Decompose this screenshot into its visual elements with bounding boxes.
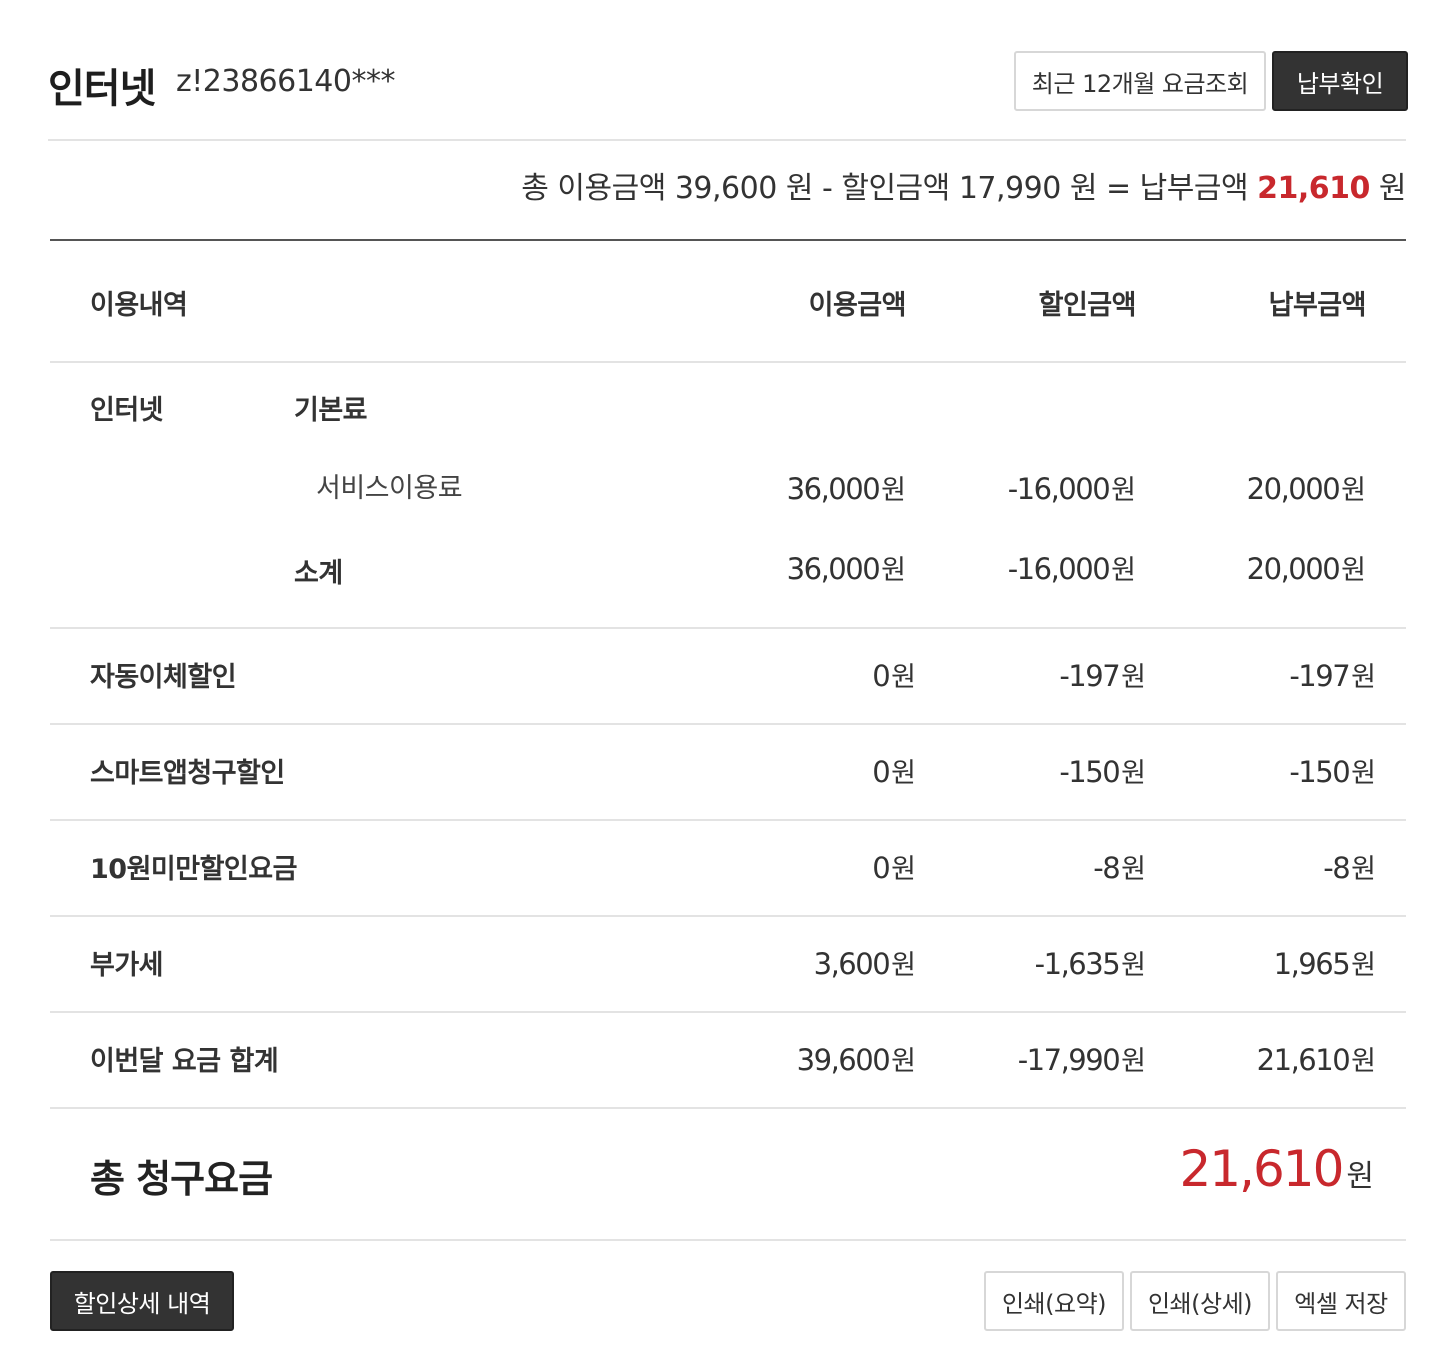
usage-amount: 0원 bbox=[872, 659, 916, 693]
row-label: 이번달 요금 합계 bbox=[90, 1046, 279, 1077]
divider bbox=[50, 361, 1406, 363]
payment-confirm-button[interactable]: 납부확인 bbox=[1272, 51, 1408, 111]
row-label: 10원미만할인요금 bbox=[90, 854, 297, 885]
bill-summary: 총 이용금액 39,600 원 - 할인금액 17,990 원 = 납부금액 2… bbox=[521, 171, 1406, 206]
basic-fee-label: 기본료 bbox=[294, 395, 368, 426]
usage-amount: 39,600원 bbox=[796, 1043, 916, 1077]
total-amount-value: 21,610 bbox=[1179, 1140, 1344, 1198]
divider bbox=[50, 1107, 1406, 1109]
subtotal-label: 소계 bbox=[294, 558, 343, 589]
row-label: 스마트앱청구할인 bbox=[90, 758, 285, 789]
usage-amount: 3,600원 bbox=[813, 947, 916, 981]
usage-amount: 0원 bbox=[872, 755, 916, 789]
payment-amount: -197원 bbox=[1289, 659, 1376, 693]
excel-save-button[interactable]: 엑셀 저장 bbox=[1276, 1271, 1406, 1331]
total-amount: 21,610 원 bbox=[1179, 1140, 1374, 1198]
header-payment: 납부금액 bbox=[1268, 290, 1367, 321]
payment-amount: 20,000원 bbox=[1246, 472, 1366, 506]
divider bbox=[50, 1011, 1406, 1013]
discount-amount: -1,635원 bbox=[1034, 947, 1146, 981]
divider bbox=[50, 915, 1406, 917]
summary-discount-amount: 17,990 bbox=[958, 171, 1061, 206]
page-title: 인터넷 bbox=[48, 66, 156, 112]
discount-detail-button[interactable]: 할인상세 내역 bbox=[50, 1271, 234, 1331]
row-label: 서비스이용료 bbox=[316, 473, 463, 504]
divider bbox=[50, 627, 1406, 629]
usage-amount: 0원 bbox=[872, 851, 916, 885]
discount-amount: -17,990원 bbox=[1017, 1043, 1146, 1077]
payment-amount: 21,610원 bbox=[1256, 1043, 1376, 1077]
payment-amount: 1,965원 bbox=[1273, 947, 1376, 981]
usage-amount: 36,000원 bbox=[786, 472, 906, 506]
discount-amount: -150원 bbox=[1059, 755, 1146, 789]
internet-group-label: 인터넷 bbox=[90, 395, 164, 426]
total-label: 총 청구요금 bbox=[90, 1157, 273, 1201]
discount-amount: -197원 bbox=[1059, 659, 1146, 693]
divider bbox=[50, 1239, 1406, 1241]
row-label: 자동이체할인 bbox=[90, 662, 237, 693]
header-discount: 할인금액 bbox=[1038, 290, 1137, 321]
divider bbox=[48, 139, 1406, 141]
summary-usage-amount: 39,600 bbox=[674, 171, 777, 206]
print-detail-button[interactable]: 인쇄(상세) bbox=[1130, 1271, 1270, 1331]
discount-amount: -16,000원 bbox=[1007, 472, 1136, 506]
print-summary-button[interactable]: 인쇄(요약) bbox=[984, 1271, 1124, 1331]
payment-amount: 20,000원 bbox=[1246, 552, 1366, 586]
header-usage: 이용금액 bbox=[808, 290, 907, 321]
payment-amount: -8원 bbox=[1323, 851, 1376, 885]
discount-amount: -8원 bbox=[1093, 851, 1146, 885]
summary-payment-amount: 21,610 bbox=[1257, 171, 1370, 206]
discount-amount: -16,000원 bbox=[1007, 552, 1136, 586]
row-label: 부가세 bbox=[90, 950, 164, 981]
table-top-border bbox=[50, 239, 1406, 241]
usage-amount: 36,000원 bbox=[786, 552, 906, 586]
header-item: 이용내역 bbox=[90, 290, 188, 321]
payment-amount: -150원 bbox=[1289, 755, 1376, 789]
history-button[interactable]: 최근 12개월 요금조회 bbox=[1014, 51, 1266, 111]
account-number: z!23866140*** bbox=[176, 64, 395, 99]
divider bbox=[50, 723, 1406, 725]
divider bbox=[50, 819, 1406, 821]
